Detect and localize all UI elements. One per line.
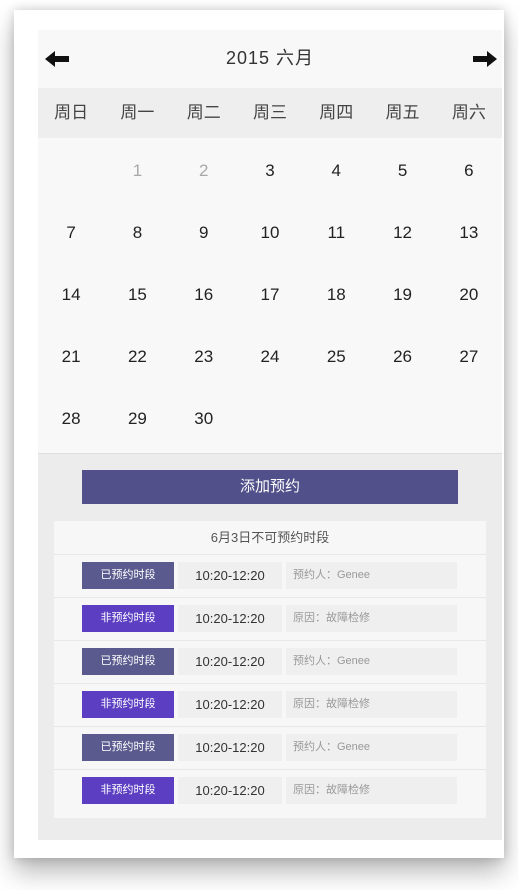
slot-time: 10:20-12:20 [178,562,282,589]
weekday-label: 周一 [120,103,155,122]
app-screen: 2015 六月 周日 周一 周二 周三 周四 周五 周六 1 2 3 4 5 6… [38,30,502,840]
month-title: 2015 六月 [225,48,315,68]
day-cell-empty [303,388,369,450]
slot-row: 非预约时段 10:20-12:20 原因：故障检修 [54,770,486,812]
day-cell-empty [38,140,104,202]
day-cell[interactable]: 19 [369,264,435,326]
status-badge: 已预约时段 [82,562,174,589]
slot-time: 10:20-12:20 [178,691,282,718]
day-cell[interactable]: 15 [104,264,170,326]
day-cell[interactable]: 5 [369,140,435,202]
status-badge: 已预约时段 [82,734,174,761]
day-cell[interactable]: 6 [436,140,502,202]
weekday-label: 周日 [54,103,89,122]
slot-info: 预约人：Genee [286,562,457,589]
slot-time: 10:20-12:20 [178,648,282,675]
day-cell[interactable]: 28 [38,388,104,450]
day-cell[interactable]: 11 [303,202,369,264]
calendar-header: 2015 六月 [38,30,502,88]
weekday-label: 周五 [385,103,420,122]
day-cell[interactable]: 30 [171,388,237,450]
section-divider [38,453,502,454]
slot-time: 10:20-12:20 [178,605,282,632]
day-cell[interactable]: 20 [436,264,502,326]
day-cell[interactable]: 4 [303,140,369,202]
day-cell[interactable]: 9 [171,202,237,264]
weekday-label: 周三 [252,103,287,122]
slot-info: 预约人：Genee [286,734,457,761]
day-cell[interactable]: 17 [237,264,303,326]
slot-time: 10:20-12:20 [178,777,282,804]
day-cell[interactable]: 25 [303,326,369,388]
panel-title: 6月3日不可预约时段 [54,521,486,555]
weekday-label: 周二 [186,103,221,122]
status-badge: 非预约时段 [82,691,174,718]
day-cell-empty [369,388,435,450]
day-cell[interactable]: 29 [104,388,170,450]
day-cell[interactable]: 2 [171,140,237,202]
add-booking-button[interactable]: 添加预约 [82,470,458,504]
next-month-button[interactable] [468,46,502,72]
status-badge: 非预约时段 [82,605,174,632]
day-cell[interactable]: 1 [104,140,170,202]
day-cell[interactable]: 26 [369,326,435,388]
weekday-label: 周六 [451,103,486,122]
weekday-row: 周日 周一 周二 周三 周四 周五 周六 [38,88,502,138]
status-badge: 非预约时段 [82,777,174,804]
slot-row: 已预约时段 10:20-12:20 预约人：Genee [54,641,486,684]
day-cell[interactable]: 14 [38,264,104,326]
weekday-label: 周四 [319,103,354,122]
day-cell[interactable]: 18 [303,264,369,326]
day-cell[interactable]: 23 [171,326,237,388]
day-cell[interactable]: 21 [38,326,104,388]
status-badge: 已预约时段 [82,648,174,675]
day-cell-empty [436,388,502,450]
slot-row: 已预约时段 10:20-12:20 预约人：Genee [54,555,486,598]
arrow-right-icon [473,51,497,67]
slot-row: 非预约时段 10:20-12:20 原因：故障检修 [54,684,486,727]
slot-info: 原因：故障检修 [286,691,457,718]
day-cell[interactable]: 22 [104,326,170,388]
day-cell-empty [237,388,303,450]
day-cell[interactable]: 8 [104,202,170,264]
day-cell[interactable]: 3 [237,140,303,202]
slot-info: 预约人：Genee [286,648,457,675]
day-cell[interactable]: 27 [436,326,502,388]
slot-info: 原因：故障检修 [286,777,457,804]
slot-row: 已预约时段 10:20-12:20 预约人：Genee [54,727,486,770]
calendar-days-grid: 1 2 3 4 5 6 7 8 9 10 11 12 13 14 15 16 1… [38,138,502,454]
day-cell[interactable]: 16 [171,264,237,326]
day-cell[interactable]: 13 [436,202,502,264]
slot-time: 10:20-12:20 [178,734,282,761]
day-cell[interactable]: 10 [237,202,303,264]
day-cell[interactable]: 7 [38,202,104,264]
slot-row: 非预约时段 10:20-12:20 原因：故障检修 [54,598,486,641]
slot-info: 原因：故障检修 [286,605,457,632]
day-cell[interactable]: 24 [237,326,303,388]
unavailable-slots-panel: 6月3日不可预约时段 已预约时段 10:20-12:20 预约人：Genee 非… [54,521,486,818]
day-cell[interactable]: 12 [369,202,435,264]
